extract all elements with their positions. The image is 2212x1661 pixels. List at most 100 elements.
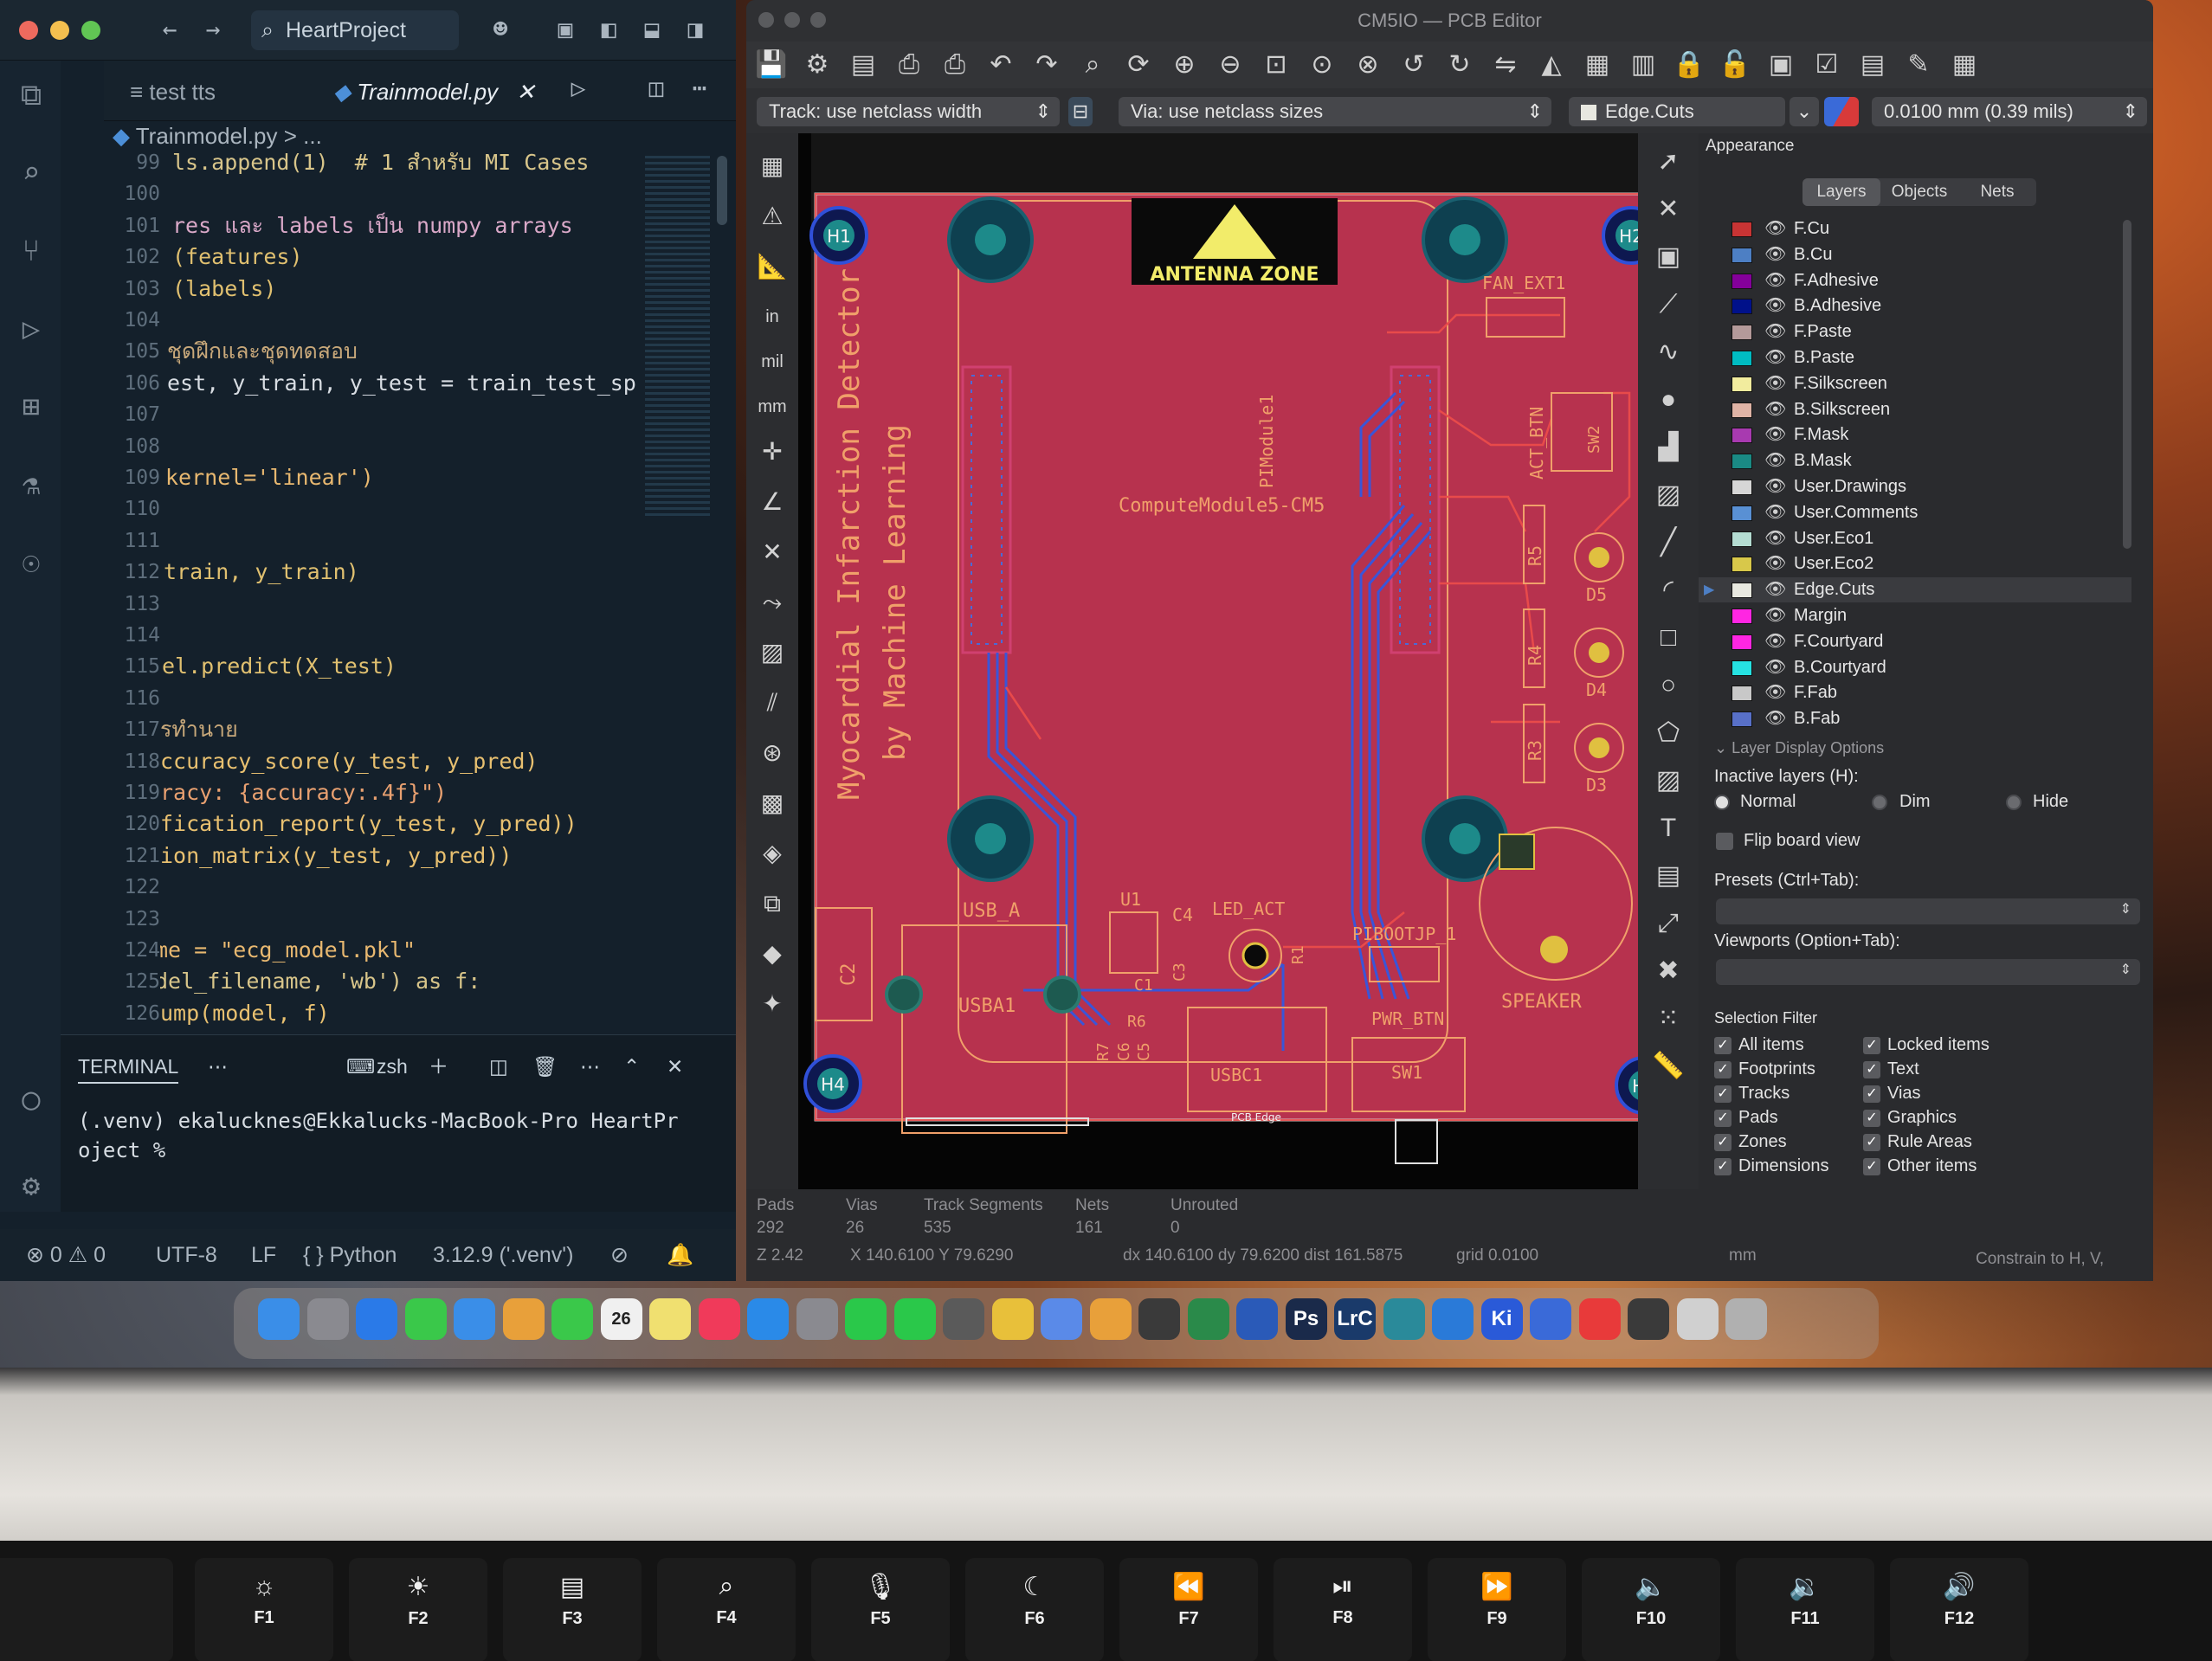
- dock-app-chatgpt[interactable]: [943, 1298, 984, 1340]
- layer-row-user-comments[interactable]: 👁 User.Comments: [1699, 500, 2131, 525]
- filter-checkbox[interactable]: ✓: [1714, 1061, 1732, 1078]
- layer-manager-icon[interactable]: ▤: [1856, 48, 1889, 81]
- flip-board-checkbox[interactable]: [1716, 833, 1733, 850]
- filter-checkbox[interactable]: ✓: [1863, 1037, 1880, 1054]
- unlock-icon[interactable]: 🔓: [1719, 48, 1751, 81]
- filter-checkbox[interactable]: ✓: [1863, 1158, 1880, 1175]
- footprint-editor-icon[interactable]: ✎: [1902, 48, 1935, 81]
- notifications-bell-icon[interactable]: 🔔: [667, 1229, 693, 1281]
- visibility-eye-icon[interactable]: 👁: [1764, 706, 1786, 731]
- tab-layers[interactable]: Layers: [1802, 178, 1880, 206]
- tab-objects[interactable]: Objects: [1880, 178, 1958, 206]
- unit-mil-toggle[interactable]: mil: [755, 344, 790, 379]
- scripting-icon[interactable]: ▦: [1948, 48, 1981, 81]
- board-title-line2[interactable]: by Machine Learning: [878, 424, 913, 761]
- interpreter-status[interactable]: 3.12.9 ('.venv'): [433, 1229, 573, 1281]
- layout-icon[interactable]: ▣: [550, 14, 581, 45]
- zoom-traffic-light[interactable]: [810, 12, 826, 28]
- draw-arc-icon[interactable]: ◜: [1650, 572, 1686, 608]
- save-icon[interactable]: 💾: [755, 48, 788, 81]
- layer-color-swatch[interactable]: [1732, 376, 1752, 392]
- grid-origin-icon[interactable]: ⁙: [1650, 1001, 1686, 1037]
- layer-row-b-mask[interactable]: 👁 B.Mask: [1699, 448, 2131, 473]
- dock-app-safari[interactable]: [356, 1298, 397, 1340]
- visibility-eye-icon[interactable]: 👁: [1764, 345, 1786, 370]
- layer-color-swatch[interactable]: [1732, 402, 1752, 418]
- ratsnest-icon[interactable]: ✕: [755, 535, 790, 570]
- rotate-cw-icon[interactable]: ↻: [1443, 48, 1476, 81]
- editor-scrollbar[interactable]: [717, 156, 727, 225]
- toggle-secondary-sidebar-icon[interactable]: ◨: [680, 14, 711, 45]
- dock-app-anydesk[interactable]: [1578, 1298, 1621, 1340]
- layer-color-swatch[interactable]: [1732, 557, 1752, 573]
- dock-app-mail[interactable]: [454, 1298, 495, 1340]
- more-panels-icon[interactable]: ⋯: [208, 1051, 228, 1082]
- filter-checkbox[interactable]: ✓: [1714, 1110, 1732, 1127]
- layer-row-b-adhesive[interactable]: 👁 B.Adhesive: [1699, 293, 2131, 319]
- add-via-icon[interactable]: ●: [1650, 382, 1686, 418]
- key-esc[interactable]: esc: [0, 1558, 173, 1661]
- command-center-search[interactable]: ⌕ HeartProject: [251, 10, 459, 50]
- layer-color-swatch[interactable]: [1732, 351, 1752, 366]
- lock-icon[interactable]: 🔒: [1673, 48, 1706, 81]
- manage-gear-icon[interactable]: ⚙: [14, 1168, 48, 1203]
- forward-arrow-icon[interactable]: →: [197, 14, 229, 45]
- visibility-eye-icon[interactable]: 👁: [1764, 526, 1786, 551]
- search-view-icon[interactable]: ⌕: [14, 156, 48, 190]
- auto-width-toggle[interactable]: ⊟: [1068, 97, 1093, 126]
- toggle-panel-icon[interactable]: ⬓: [636, 14, 667, 45]
- kill-terminal-icon[interactable]: 🗑: [532, 1051, 558, 1082]
- properties-icon[interactable]: ✦: [755, 987, 790, 1021]
- layer-row-margin[interactable]: 👁 Margin: [1699, 603, 2131, 628]
- layer-row-user-eco1[interactable]: 👁 User.Eco1: [1699, 526, 2131, 551]
- zoom-fit-icon[interactable]: ⊡: [1260, 48, 1293, 81]
- dock-app-arduino[interactable]: [1383, 1298, 1425, 1340]
- dock-app-music[interactable]: [698, 1298, 740, 1340]
- dock-app-facetime[interactable]: [551, 1298, 593, 1340]
- select-arrow-icon[interactable]: ➚: [1650, 144, 1686, 180]
- filter-checkbox[interactable]: ✓: [1863, 1110, 1880, 1127]
- visibility-eye-icon[interactable]: 👁: [1764, 216, 1786, 241]
- delete-tool-icon[interactable]: ✖: [1650, 953, 1686, 989]
- code-line[interactable]: (features): [172, 241, 303, 273]
- layer-row-f-cu[interactable]: 👁 F.Cu: [1699, 216, 2131, 241]
- key-f4[interactable]: ⌕ F4: [657, 1558, 796, 1661]
- filter-checkbox[interactable]: ✓: [1714, 1158, 1732, 1175]
- layer-row-f-mask[interactable]: 👁 F.Mask: [1699, 422, 2131, 447]
- zone-fill-icon[interactable]: ▩: [755, 786, 790, 821]
- page-setup-icon[interactable]: ▤: [847, 48, 880, 81]
- flip-icon[interactable]: ⇋: [1489, 48, 1522, 81]
- board-setup-icon[interactable]: ⚙: [801, 48, 834, 81]
- visibility-eye-icon[interactable]: 👁: [1764, 500, 1786, 525]
- visibility-eye-icon[interactable]: 👁: [1764, 655, 1786, 680]
- key-f6[interactable]: ☾ F6: [965, 1558, 1104, 1661]
- appearance-icon[interactable]: ◆: [755, 937, 790, 971]
- ungroup-icon[interactable]: ▥: [1627, 48, 1660, 81]
- copilot-status-icon[interactable]: ⊘: [610, 1229, 629, 1281]
- drc-icon[interactable]: ☑: [1810, 48, 1843, 81]
- group-icon[interactable]: ▦: [1581, 48, 1614, 81]
- key-f1[interactable]: ☼ F1: [195, 1558, 333, 1661]
- code-line[interactable]: ump(model, f): [160, 998, 330, 1029]
- dock-app-preview[interactable]: [1041, 1298, 1082, 1340]
- key-f5[interactable]: 🎙 F5: [811, 1558, 950, 1661]
- usb-shield-pad[interactable]: [885, 975, 923, 1014]
- minimize-traffic-light[interactable]: [50, 21, 69, 40]
- code-line[interactable]: est, y_train, y_test = train_test_sp: [167, 368, 636, 399]
- inactive-dim-radio[interactable]: [1872, 795, 1887, 810]
- layer-row-edge-cuts[interactable]: 👁 Edge.Cuts ▶: [1699, 577, 2131, 603]
- code-line[interactable]: (labels): [172, 274, 276, 305]
- key-f2[interactable]: ☀ F2: [349, 1558, 487, 1661]
- code-line[interactable]: ion_matrix(y_test, y_pred)): [160, 840, 512, 872]
- route-track-icon[interactable]: ⟋: [1650, 286, 1686, 323]
- layer-display-options-toggle[interactable]: ⌄ Layer Display Options: [1714, 739, 1884, 757]
- add-zone-icon[interactable]: ▟: [1650, 429, 1686, 466]
- split-terminal-icon[interactable]: ◫: [489, 1051, 508, 1082]
- dock-app-word[interactable]: [1236, 1298, 1278, 1340]
- run-debug-icon[interactable]: ▷: [14, 312, 48, 346]
- layer-row-b-fab[interactable]: 👁 B.Fab: [1699, 706, 2131, 731]
- terminal-output[interactable]: (.venv) ekalucknes@Ekkalucks-MacBook-Pro…: [78, 1106, 679, 1165]
- copilot-icon[interactable]: ☻: [485, 14, 516, 45]
- add-dimension-icon[interactable]: ⤢: [1650, 905, 1686, 942]
- explorer-icon[interactable]: ⧉: [14, 78, 48, 113]
